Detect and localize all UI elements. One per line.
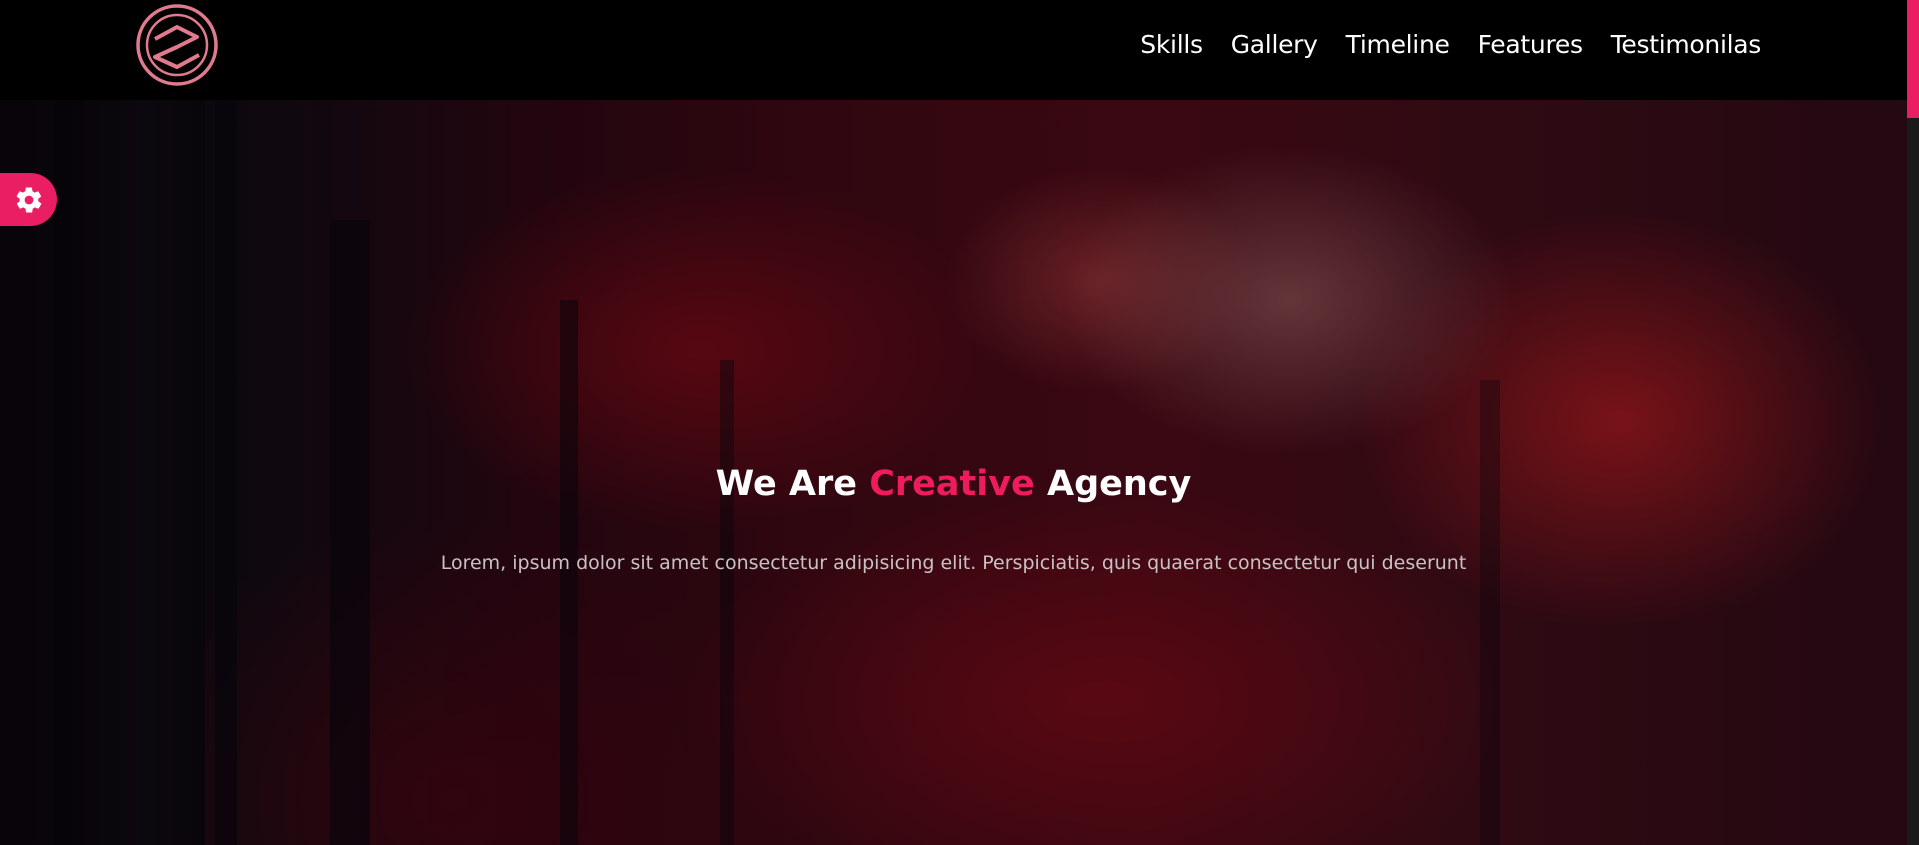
hero-section: We Are Creative Agency Lorem, ipsum dolo… bbox=[0, 100, 1907, 845]
nav-link-skills[interactable]: Skills bbox=[1140, 30, 1203, 59]
nav-link-timeline[interactable]: Timeline bbox=[1346, 30, 1450, 59]
page-scrollbar[interactable] bbox=[1907, 0, 1919, 845]
nav-link-features[interactable]: Features bbox=[1478, 30, 1583, 59]
nav-link-testimonials[interactable]: Testimonilas bbox=[1611, 30, 1762, 59]
hero-title-end: Agency bbox=[1046, 464, 1192, 504]
hero-description: Lorem, ipsum dolor sit amet consectetur … bbox=[440, 552, 1467, 574]
page: Skills Gallery Timeline Features Testimo… bbox=[0, 0, 1919, 845]
hero-title-start: We Are bbox=[715, 464, 858, 504]
site-header: Skills Gallery Timeline Features Testimo… bbox=[0, 0, 1907, 100]
settings-toggle-button[interactable] bbox=[0, 173, 57, 226]
main-nav: Skills Gallery Timeline Features Testimo… bbox=[1140, 30, 1761, 59]
logo[interactable] bbox=[135, 3, 219, 87]
circular-s-logo-icon bbox=[136, 4, 218, 86]
hero-title-accent: Creative bbox=[869, 464, 1035, 504]
scrollbar-thumb[interactable] bbox=[1907, 0, 1919, 118]
nav-link-gallery[interactable]: Gallery bbox=[1231, 30, 1318, 59]
hero-title: We Are Creative Agency bbox=[0, 464, 1907, 504]
hero-content: We Are Creative Agency Lorem, ipsum dolo… bbox=[0, 100, 1907, 845]
gear-icon bbox=[16, 186, 41, 213]
